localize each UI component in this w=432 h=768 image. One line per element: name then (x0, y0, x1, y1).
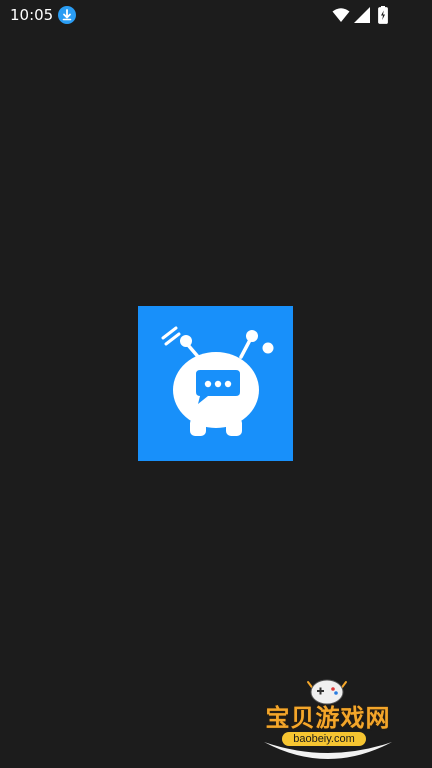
gamepad-icon (307, 679, 347, 705)
status-time: 10:05 (10, 6, 54, 24)
robot-chat-icon (161, 326, 274, 436)
status-bar: 10:05 (0, 0, 432, 30)
watermark-logo: 宝贝游戏网 baobeiy.com (258, 676, 408, 764)
signal-icon (354, 7, 370, 23)
watermark-title: 宝贝游戏网 (265, 704, 391, 732)
wifi-icon (332, 8, 350, 22)
status-icons (332, 6, 402, 24)
app-logo (138, 306, 293, 461)
battery-icon (378, 6, 388, 24)
splash-screen: 10:05 宝贝游戏网 baobeiy.com (0, 0, 432, 768)
download-icon (58, 6, 76, 24)
watermark-domain: baobeiy.com (282, 732, 366, 746)
